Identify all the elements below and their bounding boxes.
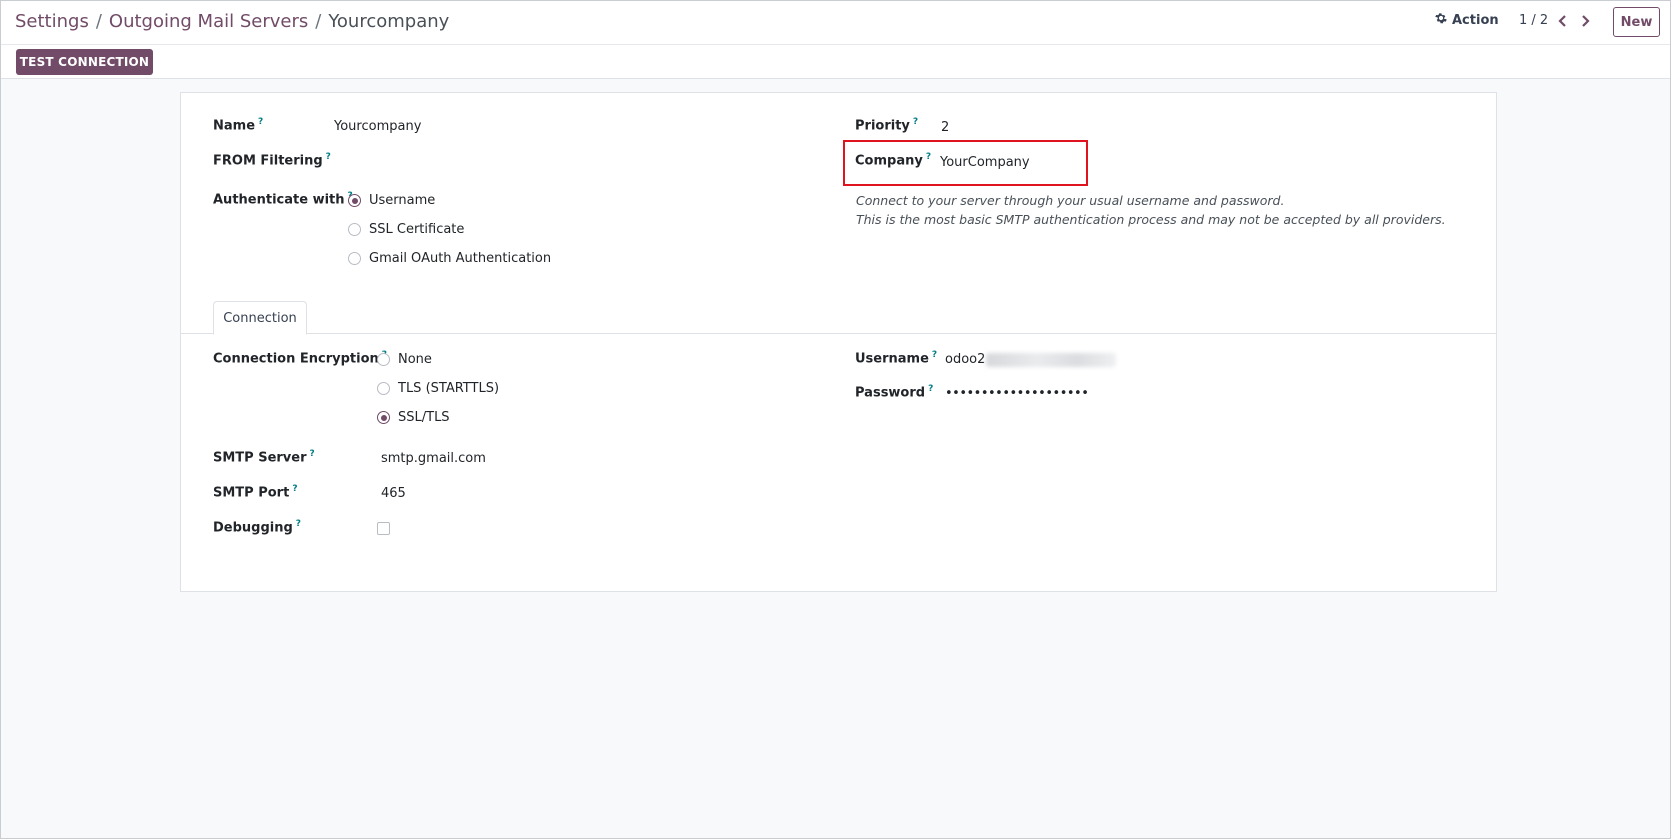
smtp-server-label: SMTP Server? bbox=[213, 449, 315, 466]
radio-selected-icon bbox=[377, 411, 390, 424]
test-connection-button[interactable]: TEST CONNECTION bbox=[16, 49, 153, 75]
name-label: Name? bbox=[213, 117, 264, 134]
chevron-left-icon bbox=[1558, 15, 1566, 27]
smtp-port-label: SMTP Port? bbox=[213, 484, 298, 501]
from-filtering-label: FROM Filtering? bbox=[213, 152, 331, 169]
priority-field[interactable]: 2 bbox=[941, 120, 949, 135]
username-label: Username? bbox=[855, 350, 938, 367]
breadcrumb-separator: / bbox=[315, 11, 322, 32]
company-field[interactable]: YourCompany bbox=[940, 155, 1030, 170]
auth-help-text: Connect to your server through your usua… bbox=[856, 193, 1446, 227]
help-tooltip-icon[interactable]: ? bbox=[926, 152, 931, 162]
company-label: Company? bbox=[855, 152, 932, 169]
auth-radio-username[interactable]: Username bbox=[348, 193, 435, 208]
radio-unselected-icon bbox=[377, 382, 390, 395]
breadcrumb-settings[interactable]: Settings bbox=[15, 11, 89, 32]
password-field[interactable]: •••••••••••••••••••• bbox=[945, 386, 1089, 401]
help-tooltip-icon[interactable]: ? bbox=[932, 350, 937, 360]
auth-radio-ssl-certificate[interactable]: SSL Certificate bbox=[348, 222, 464, 237]
pager-next-button[interactable] bbox=[1576, 12, 1594, 30]
chevron-right-icon bbox=[1582, 15, 1590, 27]
debugging-checkbox[interactable] bbox=[377, 522, 390, 535]
breadcrumb-separator: / bbox=[95, 11, 102, 32]
help-tooltip-icon[interactable]: ? bbox=[913, 117, 918, 127]
tab-bar-line bbox=[181, 333, 1496, 334]
priority-label: Priority? bbox=[855, 117, 919, 134]
help-tooltip-icon[interactable]: ? bbox=[326, 152, 331, 162]
smtp-port-field[interactable]: 465 bbox=[381, 486, 406, 501]
help-tooltip-icon[interactable]: ? bbox=[928, 384, 933, 394]
password-label: Password? bbox=[855, 384, 934, 401]
radio-unselected-icon bbox=[348, 223, 361, 236]
smtp-server-field[interactable]: smtp.gmail.com bbox=[381, 451, 486, 466]
gear-icon bbox=[1435, 12, 1447, 28]
help-tooltip-icon[interactable]: ? bbox=[292, 484, 297, 494]
encryption-radio-ssl-tls[interactable]: SSL/TLS bbox=[377, 410, 450, 425]
debugging-label: Debugging? bbox=[213, 519, 302, 536]
radio-unselected-icon bbox=[348, 252, 361, 265]
form-sheet: Name? Yourcompany FROM Filtering? Authen… bbox=[180, 92, 1497, 592]
pager-value[interactable]: 1 / 2 bbox=[1519, 13, 1548, 28]
connection-encryption-label: Connection Encryption? bbox=[213, 350, 387, 366]
control-panel: Settings / Outgoing Mail Servers / Yourc… bbox=[1, 1, 1670, 79]
encryption-radio-starttls[interactable]: TLS (STARTTLS) bbox=[377, 381, 499, 396]
authenticate-with-label: Authenticate with? bbox=[213, 191, 353, 207]
breadcrumb: Settings / Outgoing Mail Servers / Yourc… bbox=[15, 11, 449, 32]
radio-unselected-icon bbox=[377, 353, 390, 366]
username-field[interactable]: odoo2 bbox=[945, 352, 1117, 367]
breadcrumb-outgoing-mail-servers[interactable]: Outgoing Mail Servers bbox=[109, 11, 308, 32]
radio-selected-icon bbox=[348, 194, 361, 207]
help-tooltip-icon[interactable]: ? bbox=[296, 519, 301, 529]
tab-connection[interactable]: Connection bbox=[213, 301, 307, 335]
encryption-radio-none[interactable]: None bbox=[377, 352, 432, 367]
control-panel-divider bbox=[1, 44, 1670, 45]
auth-radio-gmail-oauth[interactable]: Gmail OAuth Authentication bbox=[348, 251, 551, 266]
help-tooltip-icon[interactable]: ? bbox=[258, 117, 263, 127]
help-tooltip-icon[interactable]: ? bbox=[310, 449, 315, 459]
action-label: Action bbox=[1452, 12, 1499, 28]
action-menu-button[interactable]: Action bbox=[1435, 12, 1499, 28]
pager-previous-button[interactable] bbox=[1554, 12, 1572, 30]
redacted-blur bbox=[986, 352, 1117, 367]
new-button[interactable]: New bbox=[1613, 7, 1660, 37]
app-window: Settings / Outgoing Mail Servers / Yourc… bbox=[0, 0, 1671, 839]
name-field[interactable]: Yourcompany bbox=[334, 119, 421, 134]
from-filtering-field[interactable] bbox=[334, 152, 634, 170]
breadcrumb-current: Yourcompany bbox=[328, 11, 450, 32]
